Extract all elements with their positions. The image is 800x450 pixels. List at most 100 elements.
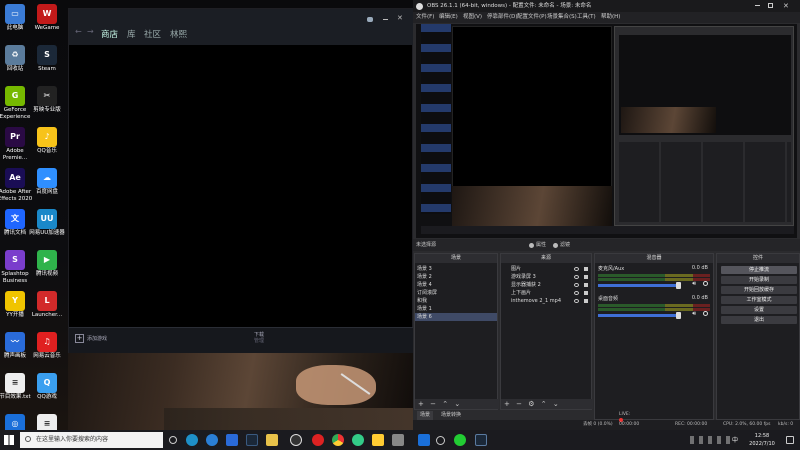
desktop-icon[interactable]: W WeGame [26, 4, 68, 32]
menu-help[interactable]: 帮助(H) [601, 12, 620, 23]
source-item[interactable]: 上下画片 [501, 289, 591, 297]
close-icon[interactable]: ✕ [397, 14, 403, 22]
desktop-icon[interactable]: ♫ 网易云音乐 [26, 332, 68, 360]
remove-source-icon[interactable]: − [516, 400, 522, 408]
steam-task-icon[interactable] [246, 434, 258, 446]
edge-icon[interactable] [186, 434, 198, 446]
downloads-button[interactable]: 下载 管理 [229, 332, 289, 344]
control-button[interactable]: 工作室模式 [721, 296, 797, 304]
scene-item[interactable]: 场景 6 [415, 313, 497, 321]
lock-icon[interactable] [584, 299, 588, 303]
steam-bell-icon[interactable] [367, 17, 373, 22]
add-game-button[interactable]: + 添加游戏 [75, 334, 107, 343]
source-item[interactable]: 游戏录屏 3 [501, 273, 591, 281]
windows-start-icon-2[interactable] [418, 434, 430, 446]
source-item[interactable]: inthemove 2_1 mp4 [501, 297, 591, 305]
menu-tools[interactable]: 工具(T) [577, 12, 596, 23]
tray-icons[interactable] [690, 436, 730, 444]
minimize-icon[interactable] [383, 19, 388, 20]
volume-slider[interactable] [598, 282, 681, 289]
lock-icon[interactable] [584, 283, 588, 287]
lock-icon[interactable] [584, 275, 588, 279]
desktop-icon[interactable]: UU 网易UU加速器 [26, 209, 68, 237]
tab-library[interactable]: 库 [127, 28, 136, 40]
eye-icon[interactable] [574, 267, 579, 271]
scene-item[interactable]: 和我 [415, 297, 497, 305]
desktop-icon[interactable]: L Launcher... [26, 291, 68, 319]
desktop-icon[interactable]: Q QQ游戏 [26, 373, 68, 401]
scene-item[interactable]: 订阅滚屏 [415, 289, 497, 297]
control-button[interactable]: 退出 [721, 316, 797, 324]
scene-item[interactable]: 场景 1 [415, 305, 497, 313]
speaker-icon[interactable]: 🔊︎ [692, 310, 696, 318]
lock-icon[interactable] [584, 267, 588, 271]
gear-icon[interactable] [703, 281, 708, 286]
steam-forward-icon[interactable]: → [87, 27, 94, 36]
minimize-icon[interactable] [755, 5, 760, 6]
control-button[interactable]: 设置 [721, 306, 797, 314]
desktop-icon[interactable]: S Steam [26, 45, 68, 73]
source-settings-icon[interactable]: ⚙ [528, 400, 534, 408]
task-view-icon[interactable] [169, 436, 177, 444]
volume-slider[interactable] [598, 312, 681, 319]
speaker-icon[interactable]: 🔊︎ [692, 280, 696, 288]
tab-transitions[interactable]: 场景转换 [438, 411, 464, 420]
yellow-app-icon[interactable] [372, 434, 384, 446]
steam-task-icon-2[interactable] [475, 434, 487, 446]
menu-edit[interactable]: 编辑(E) [439, 12, 458, 23]
green-app-icon[interactable] [352, 434, 364, 446]
desktop-icon[interactable]: ✂ 剪映专业版 [26, 86, 68, 114]
menu-scene-collection[interactable]: 场景集合(S) [547, 12, 577, 23]
taskbar-search-input[interactable]: 在这里输入你要搜索的内容 [20, 432, 163, 448]
slider-handle[interactable] [676, 312, 681, 319]
app-icon[interactable] [392, 434, 404, 446]
folder-icon[interactable] [266, 434, 278, 446]
scene-item[interactable]: 场景 4 [415, 281, 497, 289]
taskbar-clock[interactable]: 12:58 2022/7/10 [742, 432, 782, 448]
filters-button[interactable]: 滤镜 [553, 239, 570, 251]
menu-profile[interactable]: 配置文件(P) [517, 12, 547, 23]
source-item[interactable]: 显示器捕获 2 [501, 281, 591, 289]
store-icon[interactable] [226, 434, 238, 446]
obs-task-icon[interactable] [290, 434, 302, 446]
ime-indicator[interactable]: 中 [732, 435, 738, 444]
move-down-icon[interactable]: ⌄ [553, 400, 559, 408]
scene-item[interactable]: 场景 2 [415, 273, 497, 281]
obs-preview[interactable] [416, 24, 797, 238]
menu-docks[interactable]: 停靠部件(D) [487, 12, 518, 23]
eye-icon[interactable] [574, 291, 579, 295]
tab-store[interactable]: 商店 [101, 28, 118, 40]
desktop-icon[interactable]: ♪ QQ音乐 [26, 127, 68, 155]
notification-icon[interactable] [786, 436, 794, 444]
gear-icon[interactable] [703, 311, 708, 316]
menu-view[interactable]: 视图(V) [463, 12, 482, 23]
properties-button[interactable]: 属性 [529, 239, 546, 251]
eye-icon[interactable] [574, 283, 579, 287]
scene-item[interactable]: 场景 3 [415, 265, 497, 273]
add-scene-icon[interactable]: + [418, 400, 424, 408]
remove-scene-icon[interactable]: − [430, 400, 436, 408]
steam-back-icon[interactable]: ← [75, 27, 82, 36]
move-up-icon[interactable]: ⌃ [541, 400, 547, 408]
netease-task-icon[interactable] [312, 434, 324, 446]
close-icon[interactable]: ✕ [783, 0, 789, 12]
wechat-task-icon[interactable] [454, 434, 466, 446]
windows-start-icon[interactable] [4, 435, 14, 445]
add-source-icon[interactable]: + [504, 400, 510, 408]
control-button[interactable]: 开始录制 [721, 276, 797, 284]
move-down-icon[interactable]: ⌄ [454, 400, 460, 408]
lock-icon[interactable] [584, 291, 588, 295]
settings-task-icon[interactable] [436, 436, 445, 445]
desktop-icon[interactable]: ☁ 百度网盘 [26, 168, 68, 196]
desktop-icon[interactable]: ▶ 腾讯视频 [26, 250, 68, 278]
tab-community[interactable]: 社区 [144, 28, 161, 40]
control-button[interactable]: 停止推流 [721, 266, 797, 274]
chrome-task-icon[interactable] [332, 434, 344, 446]
control-button[interactable]: 开始回放缓存 [721, 286, 797, 294]
move-up-icon[interactable]: ⌃ [442, 400, 448, 408]
tab-profile[interactable]: 林熙 [170, 28, 187, 40]
slider-handle[interactable] [676, 282, 681, 289]
menu-file[interactable]: 文件(F) [416, 12, 434, 23]
maximize-icon[interactable] [768, 3, 773, 8]
source-item[interactable]: 图片 [501, 265, 591, 273]
